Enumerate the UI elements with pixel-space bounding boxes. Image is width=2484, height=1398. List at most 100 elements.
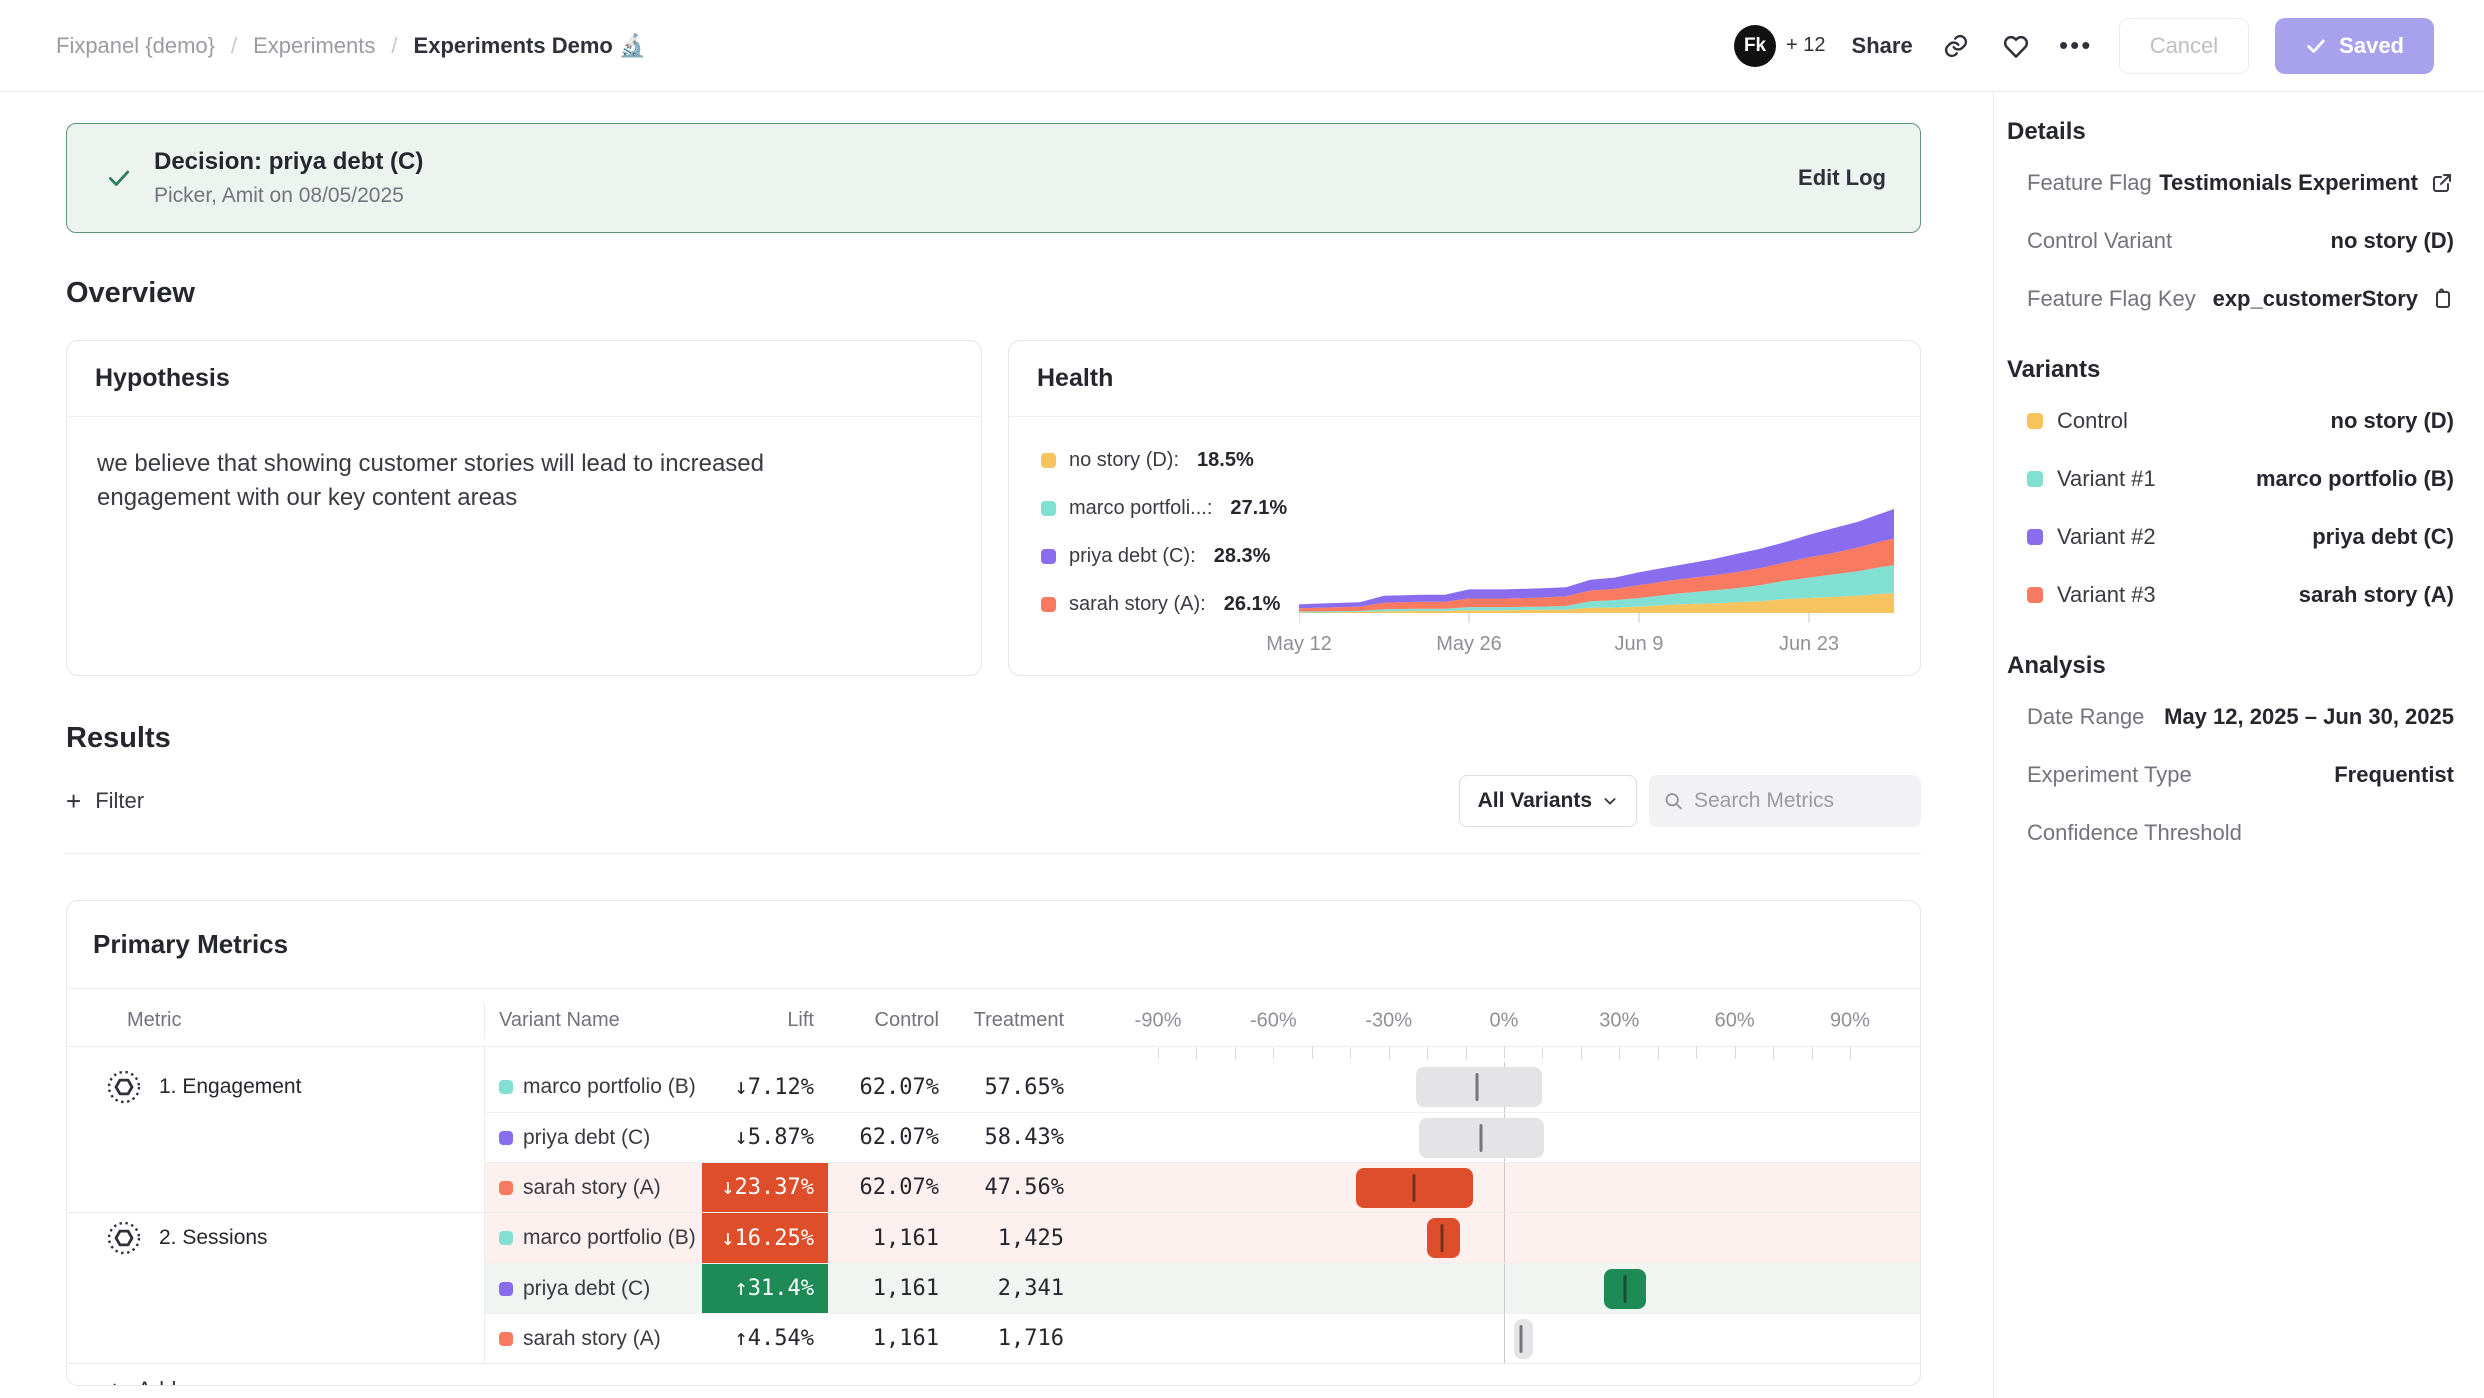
metric-group-engagement: 1. Engagement marco portfolio (B) ↓7.12%… <box>67 1062 1920 1212</box>
search-metrics-input[interactable] <box>1694 789 1907 813</box>
lift-value: ↑4.54% <box>702 1314 828 1363</box>
variants-heading: Variants <box>2007 356 2454 384</box>
link-icon[interactable] <box>1939 29 1973 63</box>
legend-item: no story (D):18.5% <box>1041 449 1309 472</box>
treatment-value: 1,425 <box>953 1213 1078 1263</box>
column-variant-name: Variant Name <box>485 1003 702 1038</box>
confidence-interval-cell <box>1078 1113 1920 1162</box>
primary-metrics-card: Primary Metrics Metric Variant Name Lift… <box>66 900 1921 1386</box>
decision-banner: Decision: priya debt (C) Picker, Amit on… <box>66 123 1921 233</box>
favorite-heart-icon[interactable] <box>1999 29 2033 63</box>
table-header: Metric Variant Name Lift Control Treatme… <box>67 1003 1920 1047</box>
lift-value: ↓23.37% <box>702 1163 828 1212</box>
treatment-value: 47.56% <box>953 1163 1078 1212</box>
health-title: Health <box>1009 341 1920 417</box>
edit-log-button[interactable]: Edit Log <box>1798 165 1886 191</box>
share-button[interactable]: Share <box>1852 33 1913 59</box>
main-content: Decision: priya debt (C) Picker, Amit on… <box>0 92 1993 1398</box>
legend-swatch <box>1041 501 1056 516</box>
ci-mean-marker <box>1413 1174 1416 1202</box>
hypothesis-body: we believe that showing customer stories… <box>67 417 927 545</box>
feature-flag-row: Feature Flag Testimonials Experiment <box>2007 154 2454 212</box>
external-link-icon[interactable] <box>2430 171 2454 195</box>
primary-metrics-title: Primary Metrics <box>67 901 1920 989</box>
overview-heading: Overview <box>66 277 1921 310</box>
analysis-heading: Analysis <box>2007 652 2454 680</box>
breadcrumb-separator: / <box>391 33 397 59</box>
add-filter-button[interactable]: + Filter <box>66 788 144 814</box>
avatar[interactable]: Fk <box>1734 25 1776 67</box>
details-sidebar: Details Feature Flag Testimonials Experi… <box>1993 92 2484 1398</box>
variant-color-dot <box>499 1080 513 1094</box>
decision-title: Decision: priya debt (C) <box>154 148 423 176</box>
treatment-value: 1,716 <box>953 1314 1078 1363</box>
column-control: Control <box>828 1003 953 1038</box>
confidence-interval-cell <box>1078 1314 1920 1363</box>
control-value: 62.07% <box>828 1113 953 1162</box>
legend-item: marco portfoli...:27.1% <box>1041 497 1309 520</box>
metric-table-row[interactable]: marco portfolio (B) ↓7.12% 62.07% 57.65% <box>485 1062 1920 1112</box>
ci-bar <box>1416 1067 1543 1107</box>
check-icon <box>2305 35 2327 57</box>
variant-color-dot <box>499 1332 513 1346</box>
metric-table-row[interactable]: sarah story (A) ↑4.54% 1,161 1,716 <box>485 1313 1920 1363</box>
metric-group-sessions: 2. Sessions marco portfolio (B) ↓16.25% … <box>67 1212 1920 1363</box>
metric-name[interactable]: 2. Sessions <box>67 1213 484 1263</box>
add-metric-button[interactable]: + Add <box>67 1364 1920 1386</box>
breadcrumb-experiments[interactable]: Experiments <box>253 33 375 59</box>
lift-value: ↓7.12% <box>702 1062 828 1112</box>
confidence-interval-cell <box>1078 1062 1920 1112</box>
decision-subtitle: Picker, Amit on 08/05/2025 <box>154 184 423 208</box>
metric-target-icon <box>106 1220 142 1256</box>
breadcrumb-project[interactable]: Fixpanel {demo} <box>56 33 215 59</box>
lift-value: ↑31.4% <box>702 1264 828 1313</box>
control-value: 1,161 <box>828 1314 953 1363</box>
stacked-area-chart <box>1299 501 1894 625</box>
control-variant-row: Control Variant no story (D) <box>2007 212 2454 270</box>
metric-table-row[interactable]: priya debt (C) ↓5.87% 62.07% 58.43% <box>485 1112 1920 1162</box>
confidence-interval-cell <box>1078 1264 1920 1313</box>
metric-table-row[interactable]: marco portfolio (B) ↓16.25% 1,161 1,425 <box>485 1213 1920 1263</box>
details-heading: Details <box>2007 118 2454 146</box>
decision-check-icon <box>106 165 132 191</box>
variant-row-2: Variant #2 priya debt (C) <box>2007 508 2454 566</box>
feature-flag-key-row: Feature Flag Key exp_customerStory <box>2007 270 2454 328</box>
date-range-row: Date Range May 12, 2025 – Jun 30, 2025 <box>2007 688 2454 746</box>
cancel-button[interactable]: Cancel <box>2119 18 2249 74</box>
column-treatment: Treatment <box>953 1003 1078 1038</box>
legend-swatch <box>1041 549 1056 564</box>
confidence-threshold-row: Confidence Threshold <box>2007 804 2454 862</box>
copy-icon[interactable] <box>2430 287 2454 311</box>
metric-table-row[interactable]: priya debt (C) ↑31.4% 1,161 2,341 <box>485 1263 1920 1313</box>
variants-dropdown[interactable]: All Variants <box>1459 775 1637 827</box>
treatment-value: 58.43% <box>953 1113 1078 1162</box>
variant-color-dot <box>499 1282 513 1296</box>
lift-value: ↓5.87% <box>702 1113 828 1162</box>
divider <box>66 853 1921 854</box>
ci-mean-marker <box>1520 1325 1523 1353</box>
variant-swatch <box>2027 471 2043 487</box>
metric-target-icon <box>106 1069 142 1105</box>
control-value: 62.07% <box>828 1062 953 1112</box>
hypothesis-title: Hypothesis <box>67 341 981 417</box>
health-card: Health no story (D):18.5% marco portfoli… <box>1008 340 1921 676</box>
plus-icon: + <box>107 1377 122 1386</box>
top-header: Fixpanel {demo} / Experiments / Experime… <box>0 0 2484 92</box>
control-value: 1,161 <box>828 1213 953 1263</box>
health-chart: May 12May 26Jun 9Jun 23 <box>1309 417 1920 675</box>
search-metrics-box[interactable] <box>1649 775 1921 827</box>
lift-value: ↓16.25% <box>702 1213 828 1263</box>
variant-color-dot <box>499 1231 513 1245</box>
metric-name[interactable]: 1. Engagement <box>67 1062 484 1112</box>
column-lift: Lift <box>702 1003 828 1038</box>
collaborator-count[interactable]: + 12 <box>1786 34 1825 57</box>
more-options-icon[interactable]: ••• <box>2059 29 2093 63</box>
saved-button[interactable]: Saved <box>2275 18 2434 74</box>
metric-table-row[interactable]: sarah story (A) ↓23.37% 62.07% 47.56% <box>485 1162 1920 1212</box>
column-metric: Metric <box>67 1009 484 1032</box>
results-heading: Results <box>66 722 1921 755</box>
legend-item: sarah story (A):26.1% <box>1041 593 1309 616</box>
search-icon <box>1663 789 1684 813</box>
variant-row-control: Control no story (D) <box>2007 392 2454 450</box>
variant-color-dot <box>499 1131 513 1145</box>
